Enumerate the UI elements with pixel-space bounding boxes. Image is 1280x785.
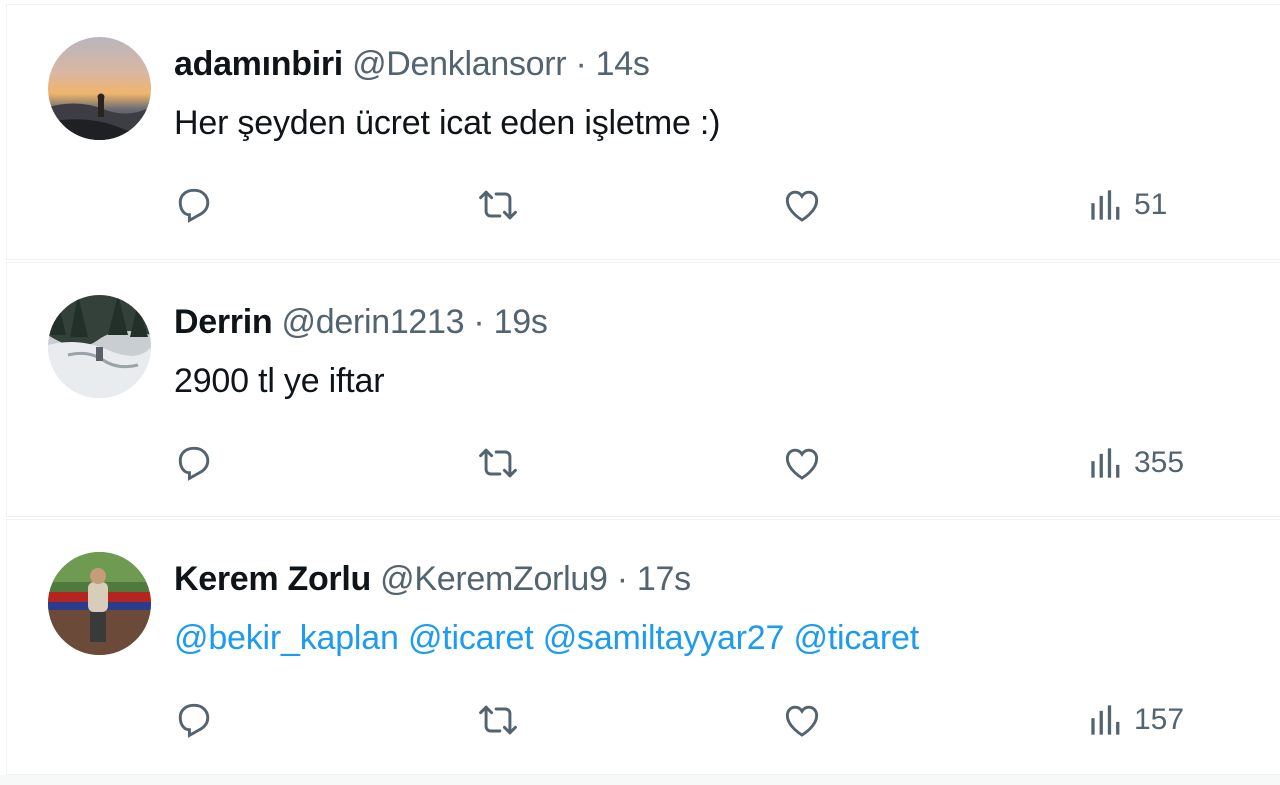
views-count: 51	[1134, 188, 1168, 221]
action-bar: 157	[6, 695, 1280, 745]
timestamp[interactable]: 14s	[596, 45, 650, 83]
author-name[interactable]: Kerem Zorlu	[174, 560, 371, 598]
like-button[interactable]	[780, 438, 824, 488]
avatar[interactable]	[48, 552, 151, 655]
views-icon	[1091, 448, 1120, 478]
avatar-image-snowy-forest	[48, 295, 151, 398]
tweet-header: Kerem Zorlu @KeremZorlu9 · 17s	[174, 557, 691, 601]
tweet-text: 2900 tl ye iftar	[174, 362, 385, 400]
avatar-image-stadium-person	[48, 552, 151, 655]
retweet-button[interactable]	[476, 695, 520, 745]
author-handle[interactable]: @derin1213	[282, 303, 465, 341]
views-icon	[1091, 190, 1120, 220]
mention-link[interactable]: @samiltayyar27	[543, 619, 785, 657]
retweet-icon	[479, 190, 517, 220]
mention-link[interactable]: @bekir_kaplan	[174, 619, 399, 657]
like-button[interactable]	[780, 180, 824, 230]
timestamp[interactable]: 17s	[637, 560, 691, 598]
heart-icon	[785, 448, 819, 480]
reply-icon	[178, 446, 210, 481]
avatar[interactable]	[48, 37, 151, 140]
author-handle[interactable]: @KeremZorlu9	[380, 560, 608, 598]
action-bar: 51	[6, 180, 1280, 230]
tweet-text: @bekir_kaplan @ticaret @samiltayyar27 @t…	[174, 615, 919, 661]
views-button[interactable]: 355	[1084, 438, 1184, 488]
feed-bottom-edge	[0, 775, 1280, 785]
author-handle[interactable]: @Denklansorr	[352, 45, 567, 83]
separator-dot: ·	[616, 560, 628, 598]
reply-icon	[178, 188, 210, 223]
action-bar: 355	[6, 438, 1280, 488]
views-button[interactable]: 51	[1084, 180, 1167, 230]
retweet-button[interactable]	[476, 180, 520, 230]
author-name[interactable]: adamınbiri	[174, 45, 343, 83]
retweet-button[interactable]	[476, 438, 520, 488]
timestamp[interactable]: 19s	[494, 303, 548, 341]
views-icon	[1091, 705, 1120, 735]
reply-button[interactable]	[172, 695, 216, 745]
views-count: 157	[1134, 703, 1185, 736]
mention-link[interactable]: @ticaret	[793, 619, 919, 657]
tweet-header: Derrin @derin1213 · 19s	[174, 300, 548, 344]
retweet-icon	[479, 705, 517, 735]
tweet-text: Her şeyden ücret icat eden işletme :)	[174, 104, 721, 142]
tweet[interactable]: Kerem Zorlu @KeremZorlu9 · 17s @bekir_ka…	[6, 519, 1280, 775]
tweet[interactable]: Derrin @derin1213 · 19s 2900 tl ye iftar…	[6, 262, 1280, 517]
tweet-header: adamınbiri @Denklansorr · 14s	[174, 42, 650, 86]
separator-dot: ·	[473, 303, 485, 341]
like-button[interactable]	[780, 695, 824, 745]
heart-icon	[785, 190, 819, 222]
author-name[interactable]: Derrin	[174, 303, 273, 341]
reply-button[interactable]	[172, 438, 216, 488]
views-button[interactable]: 157	[1084, 695, 1184, 745]
avatar[interactable]	[48, 295, 151, 398]
tweet-feed: adamınbiri @Denklansorr · 14s Her şeyden…	[0, 0, 1280, 785]
retweet-icon	[479, 448, 517, 478]
avatar-image-sunset	[48, 37, 151, 140]
mention-link[interactable]: @ticaret	[408, 619, 534, 657]
separator-dot: ·	[575, 45, 587, 83]
views-count: 355	[1134, 446, 1185, 479]
heart-icon	[785, 705, 819, 737]
reply-icon	[178, 703, 210, 738]
reply-button[interactable]	[172, 180, 216, 230]
tweet[interactable]: adamınbiri @Denklansorr · 14s Her şeyden…	[6, 4, 1280, 260]
